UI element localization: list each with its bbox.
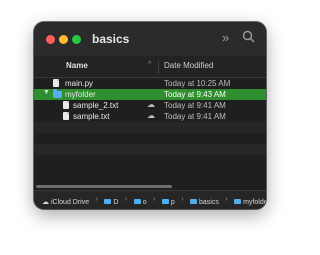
file-row-main-py[interactable]: main.py Today at 10:25 AM [34,78,266,89]
icloud-icon: ☁ [147,111,155,120]
file-name: myfolder [65,90,96,99]
document-icon [63,101,69,109]
minimize-window-button[interactable] [59,35,68,44]
path-item-myfolder[interactable]: myfolder [234,199,266,206]
path-item-folder[interactable]: p [161,198,175,206]
folder-icon [53,89,62,98]
folder-icon [234,199,242,205]
path-label: myfolder [243,198,266,206]
icloud-icon: ☁ [147,100,155,109]
window-title: basics [92,32,130,46]
folder-icon [161,199,169,205]
path-separator: › [153,196,156,204]
disclosure-expanded-icon[interactable]: ▼ [43,89,50,96]
column-header-name[interactable]: Name [66,61,88,70]
file-list: main.py Today at 10:25 AM ▼ myfolder Tod… [34,78,266,166]
finder-window: basics » Name ^ Date Modified main.py To… [34,22,266,209]
more-toolbar-icon[interactable]: » [222,30,229,45]
path-label: iCloud Drive [51,199,90,207]
file-name: sample.txt [73,112,110,121]
path-separator: › [181,196,184,204]
scrollbar-thumb[interactable] [36,185,172,188]
path-item-icloud-drive[interactable]: ☁ iCloud Drive [42,198,89,206]
path-label: basics [199,198,219,206]
path-label: p [170,198,175,206]
file-row-sample-2-txt[interactable]: sample_2.txt ☁ Today at 9:41 AM [34,100,266,111]
folder-icon [133,199,141,205]
horizontal-scrollbar[interactable] [34,170,266,190]
document-icon [53,79,59,87]
file-date: Today at 10:25 AM [164,79,231,88]
path-label: o [142,198,147,206]
empty-row [34,144,266,155]
file-name: main.py [65,79,94,88]
path-separator: › [225,196,228,204]
sort-up-icon: ^ [148,61,152,68]
file-date: Today at 9:43 AM [164,90,226,99]
path-separator: › [124,196,128,204]
document-icon [63,112,69,120]
file-name: sample_2.txt [73,101,119,110]
title-bar[interactable]: basics » [34,22,266,56]
folder-icon [104,199,112,205]
path-item-basics[interactable]: basics [190,199,219,206]
path-item-folder[interactable]: o [133,198,147,206]
path-bar: ☁ iCloud Drive › D › o › p › basics › myf… [34,190,266,209]
column-header: Name ^ Date Modified [34,56,266,78]
folder-icon [190,199,197,205]
empty-row [34,155,266,166]
path-separator: › [95,196,98,204]
file-date: Today at 9:41 AM [164,101,226,110]
path-item-folder[interactable]: D [104,199,118,206]
zoom-window-button[interactable] [72,35,81,44]
file-date: Today at 9:41 AM [164,112,226,121]
path-label: D [113,198,119,206]
empty-row [34,133,266,144]
close-window-button[interactable] [46,35,55,44]
file-row-sample-txt[interactable]: sample.txt ☁ Today at 9:41 AM [34,111,266,122]
icloud-icon: ☁ [42,199,49,207]
search-icon[interactable] [242,30,255,46]
empty-row [34,122,266,133]
column-separator[interactable] [158,60,159,74]
column-header-date-modified[interactable]: Date Modified [164,61,213,70]
file-row-myfolder[interactable]: ▼ myfolder Today at 9:43 AM [34,89,266,100]
